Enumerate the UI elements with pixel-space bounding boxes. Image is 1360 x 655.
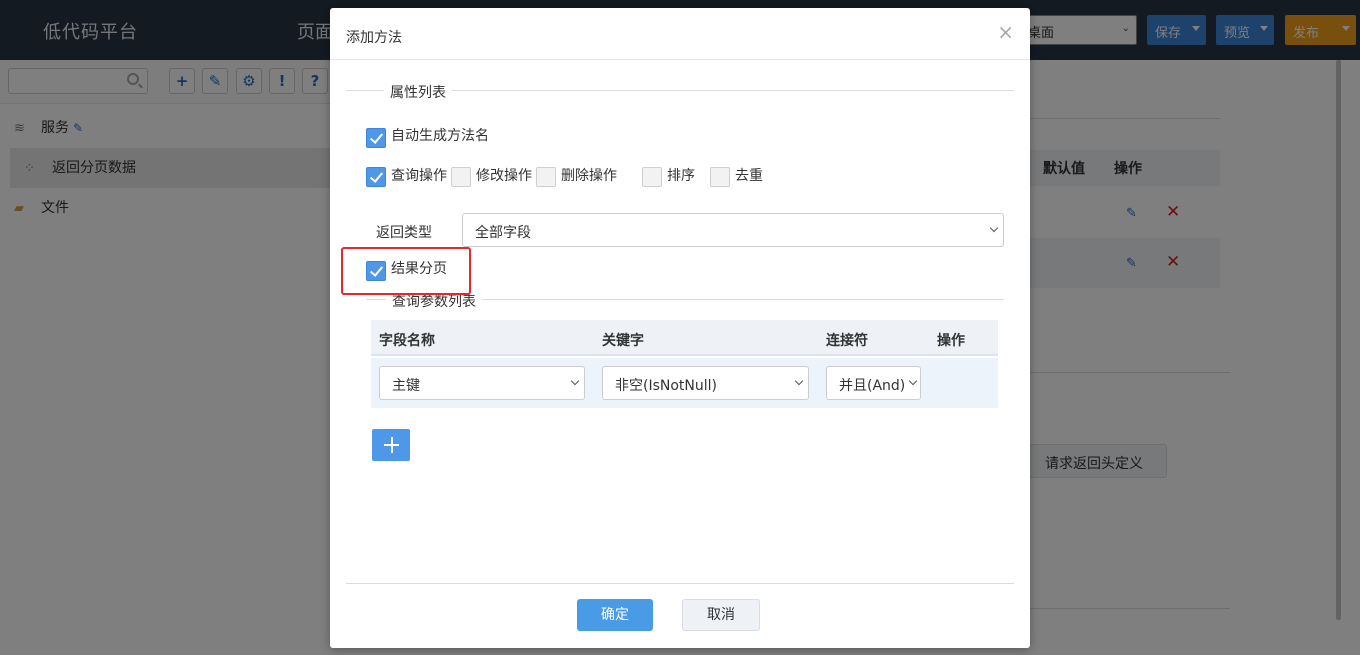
distinct-checkbox[interactable] bbox=[710, 167, 730, 187]
chevron-down-icon bbox=[794, 376, 804, 386]
update-op-label: 修改操作 bbox=[476, 168, 532, 184]
column-header-action: 操作 bbox=[937, 333, 965, 349]
query-op-label: 查询操作 bbox=[391, 168, 447, 184]
column-header-connector: 连接符 bbox=[826, 333, 868, 349]
column-header-keyword: 关键字 bbox=[602, 333, 644, 349]
connector-select[interactable]: 并且(And) bbox=[826, 366, 921, 400]
connector-select-value: 并且(And) bbox=[839, 378, 906, 394]
close-icon[interactable]: × bbox=[997, 22, 1014, 42]
footer-divider bbox=[346, 583, 1014, 584]
highlight-annotation bbox=[341, 247, 471, 295]
distinct-label: 去重 bbox=[735, 168, 763, 184]
field-select-value: 主键 bbox=[392, 378, 420, 394]
auto-name-label: 自动生成方法名 bbox=[391, 128, 489, 144]
dialog-header: 添加方法 × bbox=[330, 8, 1030, 60]
return-type-value: 全部字段 bbox=[475, 225, 531, 241]
keyword-select-value: 非空(IsNotNull) bbox=[615, 378, 717, 394]
sort-checkbox[interactable] bbox=[642, 167, 662, 187]
confirm-button[interactable]: 确定 bbox=[577, 599, 653, 631]
chevron-down-icon bbox=[989, 223, 999, 233]
sort-label: 排序 bbox=[667, 168, 695, 184]
column-header-field: 字段名称 bbox=[379, 333, 435, 349]
add-param-button[interactable] bbox=[372, 429, 410, 461]
dialog-title: 添加方法 bbox=[346, 30, 402, 46]
return-type-select[interactable]: 全部字段 bbox=[462, 213, 1004, 247]
chevron-down-icon bbox=[908, 376, 918, 386]
update-op-checkbox[interactable] bbox=[451, 167, 471, 187]
chevron-down-icon bbox=[570, 376, 580, 386]
field-select[interactable]: 主键 bbox=[379, 366, 585, 400]
cancel-button[interactable]: 取消 bbox=[682, 599, 760, 631]
delete-op-label: 删除操作 bbox=[561, 168, 617, 184]
keyword-select[interactable]: 非空(IsNotNull) bbox=[602, 366, 809, 400]
delete-op-checkbox[interactable] bbox=[536, 167, 556, 187]
return-type-label: 返回类型 bbox=[376, 225, 432, 241]
table-row: 主键 非空(IsNotNull) 并且(And) bbox=[371, 358, 998, 408]
properties-legend: 属性列表 bbox=[384, 82, 452, 102]
add-method-dialog: 添加方法 × 属性列表 自动生成方法名 查询操作 修改操作 删除操作 排序 去重… bbox=[330, 8, 1030, 648]
table-header: 字段名称 关键字 连接符 操作 bbox=[371, 320, 998, 356]
auto-name-checkbox[interactable] bbox=[366, 128, 386, 148]
query-op-checkbox[interactable] bbox=[366, 167, 386, 187]
